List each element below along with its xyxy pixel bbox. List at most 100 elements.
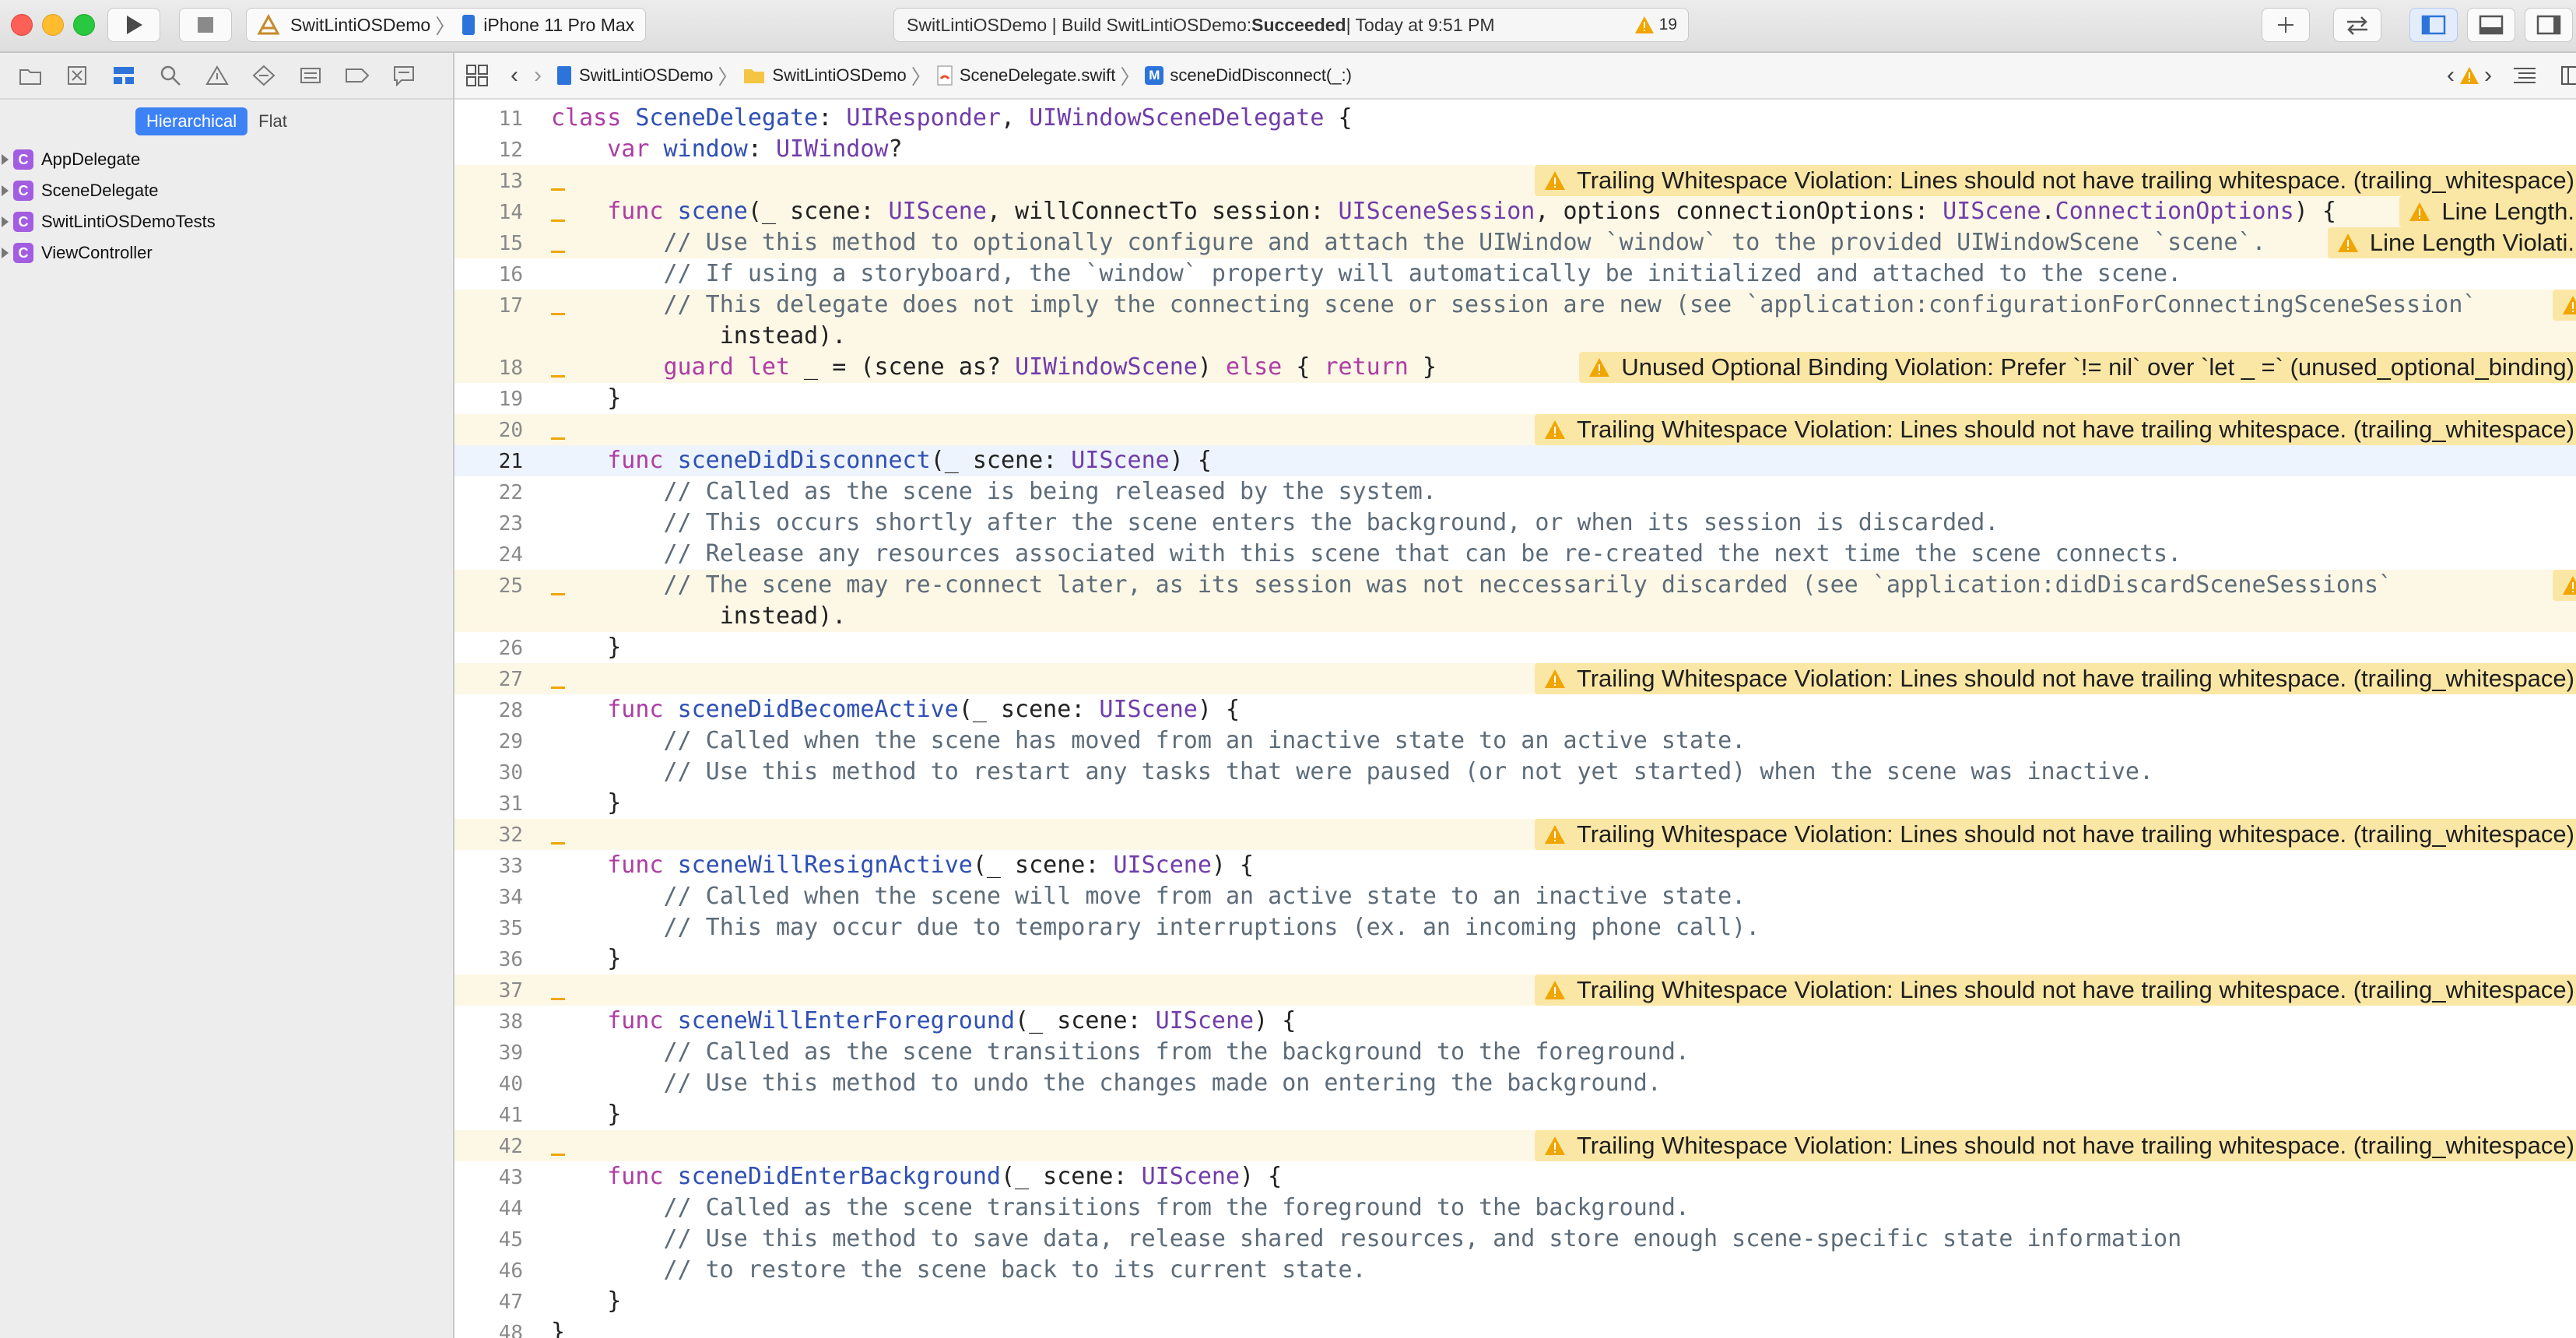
warning-annotation[interactable]: Unused Optional Binding Violation: Prefe… — [1579, 352, 2576, 383]
toggle-inspector-button[interactable] — [2525, 8, 2573, 42]
code-line[interactable]: 15 // Use this method to optionally conf… — [454, 227, 2576, 258]
code-line[interactable]: 22 // Called as the scene is being relea… — [454, 476, 2576, 507]
line-number[interactable]: 39 — [454, 1041, 523, 1065]
segment-hierarchical[interactable]: Hierarchical — [135, 107, 248, 135]
line-number[interactable]: 16 — [454, 263, 523, 286]
breadcrumb-project[interactable]: SwitLintiOSDemo — [556, 53, 713, 98]
code-line[interactable]: 20 Trailing Whitespace Violation: Lines s… — [454, 414, 2576, 445]
warning-annotation[interactable] — [2553, 570, 2576, 601]
line-number[interactable]: 19 — [454, 388, 523, 411]
code-line[interactable]: 41 } — [454, 1099, 2576, 1130]
report-navigator-icon[interactable] — [391, 62, 417, 89]
debug-navigator-icon[interactable] — [297, 62, 324, 89]
line-number[interactable]: 13 — [454, 170, 523, 193]
code-line[interactable]: instead). — [454, 321, 2576, 352]
code-line[interactable]: 36 } — [454, 943, 2576, 975]
forward-arrow-icon[interactable]: › — [534, 62, 542, 89]
run-button[interactable] — [107, 8, 160, 42]
code-line[interactable]: 14 func scene(_ scene: UIScene, willConn… — [454, 196, 2576, 227]
warning-annotation[interactable]: Line Length Violati. — [2327, 227, 2576, 258]
source-editor[interactable]: 11 class SceneDelegate: UIResponder, UIWi… — [454, 100, 2576, 1338]
line-number[interactable]: 15 — [454, 232, 523, 255]
code-line[interactable]: 30 // Use this method to restart any tas… — [454, 757, 2576, 788]
breadcrumb-method[interactable]: M sceneDidDisconnect(_:) — [1145, 53, 1352, 98]
code-line[interactable]: 43 func sceneDidEnterBackground(_ scene:… — [454, 1161, 2576, 1192]
close-window-button[interactable] — [11, 14, 33, 36]
line-number[interactable]: 25 — [454, 574, 523, 598]
warning-annotation[interactable]: Trailing Whitespace Violation: Lines sho… — [1534, 663, 2576, 694]
toggle-navigator-button[interactable] — [2409, 8, 2458, 42]
code-line[interactable]: 21 func sceneDidDisconnect(_ scene: UISc… — [454, 445, 2576, 476]
line-number[interactable]: 47 — [454, 1291, 523, 1314]
code-line[interactable]: 11 class SceneDelegate: UIResponder, UIWi… — [454, 103, 2576, 134]
line-number[interactable]: 37 — [454, 979, 523, 1003]
line-number[interactable]: 29 — [454, 730, 523, 753]
zoom-window-button[interactable] — [73, 14, 95, 36]
breakpoint-navigator-icon[interactable] — [344, 62, 370, 89]
line-number[interactable]: 27 — [454, 668, 523, 691]
code-line[interactable]: 12 var window: UIWindow? — [454, 134, 2576, 165]
line-number[interactable]: 38 — [454, 1010, 523, 1034]
test-navigator-icon[interactable] — [251, 62, 277, 89]
code-line[interactable]: 17 // This delegate does not imply the c… — [454, 290, 2576, 321]
warning-annotation[interactable]: Trailing Whitespace Violation: Lines sho… — [1534, 414, 2576, 445]
line-number[interactable]: 44 — [454, 1197, 523, 1220]
line-number[interactable]: 43 — [454, 1166, 523, 1189]
editor-options-icon[interactable] — [2512, 65, 2537, 86]
line-number[interactable]: 11 — [454, 107, 523, 131]
warning-count[interactable]: 19 — [1659, 16, 1677, 34]
code-line[interactable]: 45 // Use this method to save data, rele… — [454, 1224, 2576, 1255]
line-number[interactable]: 40 — [454, 1073, 523, 1096]
symbol-navigator-icon[interactable] — [111, 62, 137, 89]
line-number[interactable]: 24 — [454, 543, 523, 567]
line-number[interactable]: 12 — [454, 139, 523, 162]
disclosure-triangle-icon[interactable] — [2, 248, 9, 258]
code-line[interactable]: 35 // This may occur due to temporary in… — [454, 912, 2576, 943]
code-line[interactable]: 38 func sceneWillEnterForeground(_ scene… — [454, 1006, 2576, 1037]
warning-annotation[interactable]: Line Length. — [2399, 196, 2576, 227]
code-line[interactable]: 42 Trailing Whitespace Violation: Lines s… — [454, 1130, 2576, 1161]
disclosure-triangle-icon[interactable] — [2, 154, 9, 165]
disclosure-triangle-icon[interactable] — [2, 185, 9, 196]
line-number[interactable]: 33 — [454, 855, 523, 878]
back-arrow-icon[interactable]: ‹ — [511, 62, 518, 89]
line-number[interactable]: 14 — [454, 201, 523, 224]
breadcrumb-file[interactable]: SceneDelegate.swift — [936, 53, 1115, 98]
line-number[interactable]: 42 — [454, 1135, 523, 1158]
breadcrumb-group[interactable]: SwitLintiOSDemo — [742, 53, 907, 98]
toggle-debug-area-button[interactable] — [2467, 8, 2515, 42]
code-line[interactable]: 16 // If using a storyboard, the `window… — [454, 258, 2576, 290]
tree-item-tests[interactable]: C SwitLintiOSDemoTests — [0, 206, 453, 237]
code-line[interactable]: 18 guard let _ = (scene as? UIWindowScen… — [454, 352, 2576, 383]
minimize-window-button[interactable] — [42, 14, 64, 36]
code-review-button[interactable] — [2333, 8, 2381, 42]
line-number[interactable]: 36 — [454, 948, 523, 971]
code-line[interactable]: 32 Trailing Whitespace Violation: Lines s… — [454, 819, 2576, 850]
code-line[interactable]: 24 // Release any resources associated w… — [454, 539, 2576, 570]
code-line[interactable]: 25 // The scene may re-connect later, as… — [454, 570, 2576, 601]
code-line[interactable]: 19 } — [454, 383, 2576, 414]
folder-icon[interactable] — [17, 62, 44, 89]
library-button[interactable] — [2262, 8, 2310, 42]
code-line[interactable]: 48} — [454, 1317, 2576, 1338]
code-line[interactable]: 47 } — [454, 1286, 2576, 1317]
line-number[interactable]: 41 — [454, 1104, 523, 1127]
tree-item-viewcontroller[interactable]: C ViewController — [0, 237, 453, 269]
line-number[interactable]: 32 — [454, 824, 523, 847]
line-number[interactable]: 20 — [454, 419, 523, 442]
line-number[interactable]: 46 — [454, 1259, 523, 1283]
line-number[interactable]: 18 — [454, 356, 523, 380]
warning-annotation[interactable]: Trailing Whitespace Violation: Lines sho… — [1534, 165, 2576, 196]
line-number[interactable]: 35 — [454, 917, 523, 940]
warning-icon[interactable] — [1634, 16, 1655, 34]
stop-button[interactable] — [179, 8, 232, 42]
warning-icon[interactable] — [2459, 66, 2479, 85]
tree-item-scenedelegate[interactable]: C SceneDelegate — [0, 175, 453, 206]
line-number[interactable]: 31 — [454, 792, 523, 816]
code-line[interactable]: 27 Trailing Whitespace Violation: Lines s… — [454, 663, 2576, 694]
code-line[interactable]: 46 // to restore the scene back to its c… — [454, 1255, 2576, 1286]
line-number[interactable]: 34 — [454, 886, 523, 909]
related-items-icon[interactable] — [465, 64, 489, 87]
code-line[interactable]: 33 func sceneWillResignActive(_ scene: U… — [454, 850, 2576, 881]
code-line[interactable]: 23 // This occurs shortly after the scen… — [454, 507, 2576, 539]
